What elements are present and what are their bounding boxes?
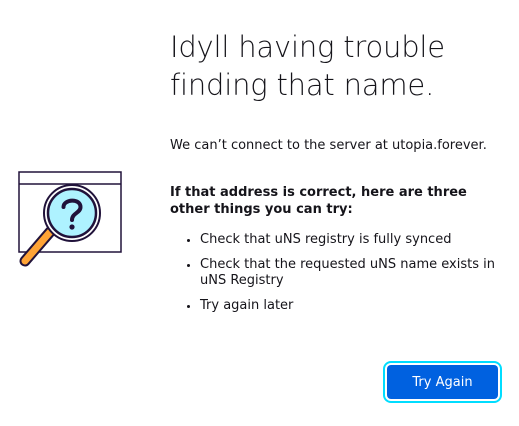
suggestions-list: Check that uNS registry is fully synced … bbox=[170, 232, 510, 323]
error-illustration bbox=[16, 168, 126, 270]
error-content: Idyll having trouble finding that name. … bbox=[170, 28, 510, 313]
error-title: Idyll having trouble finding that name. bbox=[170, 30, 445, 102]
suggestion-item: Check that uNS registry is fully synced bbox=[200, 232, 510, 248]
error-description: We can’t connect to the server at utopia… bbox=[170, 138, 487, 153]
suggestion-item: Check that the requested uNS name exists… bbox=[200, 257, 510, 289]
magnifying-glass-question-icon bbox=[18, 171, 122, 267]
suggestion-item: Try again later bbox=[200, 298, 510, 314]
suggestions-heading: If that address is correct, here are thr… bbox=[170, 185, 467, 217]
try-again-button[interactable]: Try Again bbox=[387, 365, 498, 399]
